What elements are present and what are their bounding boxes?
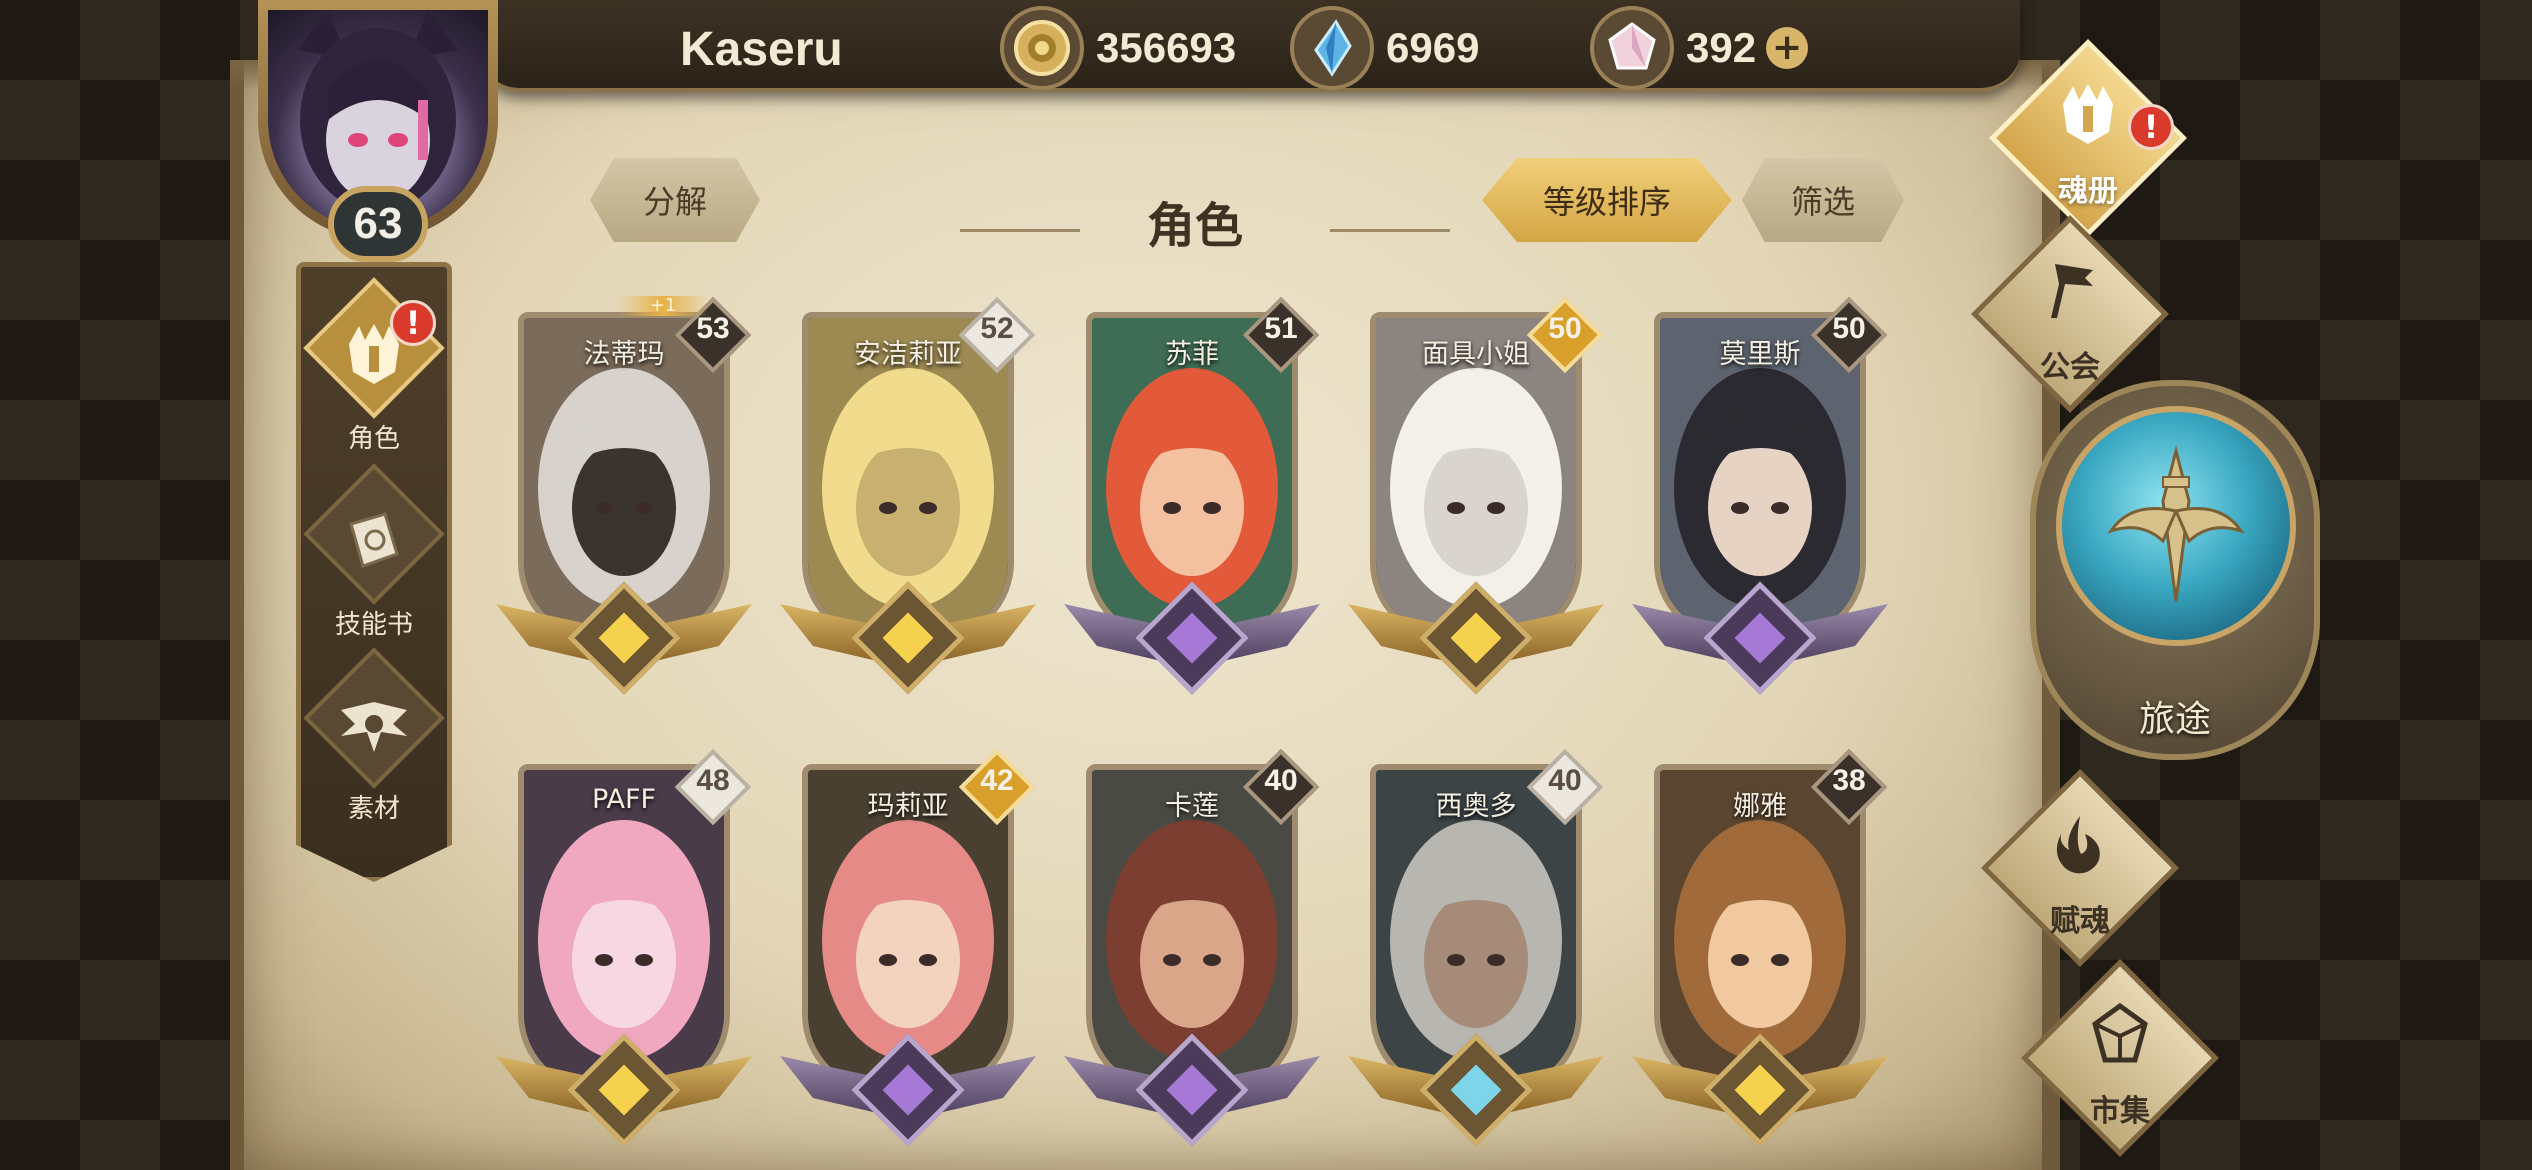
nav-label-soul-gift: 赋魂: [2050, 904, 2110, 939]
nav-soul-gift[interactable]: 赋魂: [1960, 769, 2200, 967]
decompose-button[interactable]: 分解: [590, 158, 760, 242]
title-ornament-right: [1330, 206, 1450, 232]
character-level-badge: 50: [1526, 296, 1604, 374]
character-level-badge: 40: [1526, 748, 1604, 826]
character-level: 50: [1832, 312, 1866, 345]
add-gem-button[interactable]: +: [1766, 27, 1809, 69]
character-level-badge: 48: [674, 748, 752, 826]
character-card[interactable]: 西奥多 40: [1348, 748, 1604, 1164]
guild-banner-icon: [1950, 256, 2190, 341]
player-level-badge: 63: [328, 186, 428, 262]
character-level-badge: 38: [1810, 748, 1888, 826]
character-card[interactable]: 娜雅 38: [1632, 748, 1888, 1164]
currency-crystal[interactable]: 6969: [1290, 6, 1479, 90]
nav-label-soul-book: 魂册: [2058, 174, 2118, 209]
filter-button[interactable]: 筛选: [1742, 158, 1904, 242]
rarity-emblem: [1064, 1033, 1320, 1147]
rarity-emblem: [780, 581, 1036, 695]
nav-soul-book[interactable]: 魂册 !: [1968, 39, 2208, 237]
menu-label-characters: 角色: [347, 424, 400, 454]
character-level: 48: [696, 764, 730, 797]
character-level-badge: 42: [958, 748, 1036, 826]
rarity-emblem: [1632, 581, 1888, 695]
rarity-emblem: [1064, 581, 1320, 695]
character-level-badge: 52: [958, 296, 1036, 374]
character-level: 40: [1548, 764, 1582, 797]
character-level-badge: 40: [1242, 748, 1320, 826]
nav-journey[interactable]: 旅途: [2030, 380, 2320, 780]
character-card[interactable]: 苏菲 51: [1064, 296, 1320, 712]
currency-gold[interactable]: 356693: [1000, 6, 1236, 90]
rarity-emblem: [1632, 1033, 1888, 1147]
character-card[interactable]: 安洁莉亚 52: [780, 296, 1036, 712]
nav-label-journey: 旅途: [2138, 699, 2211, 740]
menu-label-skill-books: 技能书: [334, 610, 413, 640]
player-name: Kaseru: [680, 23, 843, 76]
rarity-emblem: [1348, 581, 1604, 695]
crystal-amount: 6969: [1386, 24, 1480, 71]
soul-book-alert-badge: !: [2128, 104, 2174, 150]
rarity-emblem: [496, 581, 752, 695]
nav-market[interactable]: 市集: [2000, 959, 2240, 1157]
character-level: 42: [980, 764, 1014, 797]
skill-book-icon: [296, 506, 452, 589]
market-crystal-icon: [2000, 1000, 2240, 1085]
menu-item-materials[interactable]: 素材: [296, 647, 452, 848]
character-card[interactable]: 莫里斯 50: [1632, 296, 1888, 712]
character-level: 38: [1832, 764, 1866, 797]
characters-alert-badge: !: [390, 300, 436, 346]
character-level-badge: 50: [1810, 296, 1888, 374]
character-level: 50: [1548, 312, 1582, 345]
title-ornament-left: [960, 206, 1080, 232]
gold-coin-icon: [1000, 6, 1084, 90]
character-card[interactable]: PAFF 48: [496, 748, 752, 1164]
character-level: 52: [980, 312, 1014, 345]
blue-crystal-icon: [1290, 6, 1374, 90]
gem-amount: 392: [1686, 24, 1757, 71]
character-level: 51: [1264, 312, 1298, 345]
menu-item-characters[interactable]: 角色 !: [296, 277, 452, 478]
pink-gem-icon: [1590, 6, 1674, 90]
page-title: 角色: [1146, 198, 1243, 254]
character-card[interactable]: 卡莲 40: [1064, 748, 1320, 1164]
menu-label-materials: 素材: [347, 794, 400, 824]
character-level: 40: [1264, 764, 1298, 797]
gold-amount: 356693: [1096, 24, 1237, 71]
menu-item-skill-books[interactable]: 技能书: [296, 463, 452, 664]
rarity-emblem: [496, 1033, 752, 1147]
nav-label-market: 市集: [2090, 1094, 2150, 1129]
nav-guild[interactable]: 公会: [1950, 215, 2190, 413]
material-icon: [296, 690, 452, 773]
currency-gem[interactable]: 392 +: [1590, 6, 1809, 90]
rarity-emblem: [1348, 1033, 1604, 1147]
rarity-emblem: [780, 1033, 1036, 1147]
player-avatar[interactable]: 63: [228, 0, 528, 270]
flame-icon: [1960, 810, 2200, 895]
character-card[interactable]: 法蒂玛 53 +1: [496, 296, 752, 712]
upgrade-plus-tag: +1: [618, 296, 708, 316]
character-card[interactable]: 玛莉亚 42: [780, 748, 1036, 1164]
journey-emblem-icon: [2056, 406, 2296, 646]
character-card[interactable]: 面具小姐 50: [1348, 296, 1604, 712]
sort-by-level-button[interactable]: 等级排序: [1482, 158, 1732, 242]
character-level-badge: 51: [1242, 296, 1320, 374]
character-level: 53: [696, 312, 730, 345]
